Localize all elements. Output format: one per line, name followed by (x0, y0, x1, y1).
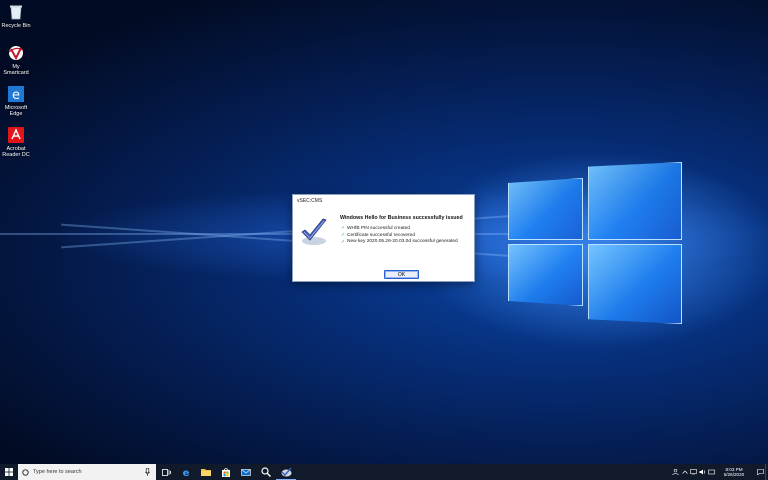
taskbar-search-tool[interactable] (256, 464, 276, 480)
task-view-button[interactable] (156, 464, 176, 480)
status-item-text: WHfB PIN successful created (347, 225, 410, 231)
store-icon (222, 468, 230, 477)
start-icon (5, 468, 13, 476)
task-view-icon (161, 468, 171, 476)
taskbar-file-explorer[interactable] (196, 464, 216, 480)
status-item: ✓ Certificate successful recovered (341, 232, 458, 239)
start-button[interactable] (0, 464, 18, 480)
dialog-heading: Windows Hello for Business successfully … (340, 215, 463, 221)
file-explorer-icon (201, 469, 211, 476)
large-checkmark-icon (299, 217, 329, 247)
desktop-icon-microsoft-edge[interactable]: e Microsoft Edge (2, 85, 30, 117)
edge-icon: e (7, 85, 25, 103)
mail-icon (241, 468, 251, 476)
desktop-icon-label: Acrobat Reader DC (2, 146, 30, 158)
edge-icon: e (183, 468, 190, 477)
windows-logo-art (500, 150, 690, 340)
taskbar: e 8:03 PM 5/26/2020 (0, 464, 768, 480)
taskbar-mail[interactable] (236, 464, 256, 480)
taskbar-clock[interactable]: 8:03 PM 5/26/2020 (716, 467, 752, 478)
taskbar-vsec-cms[interactable] (276, 464, 296, 480)
volume-icon[interactable] (698, 464, 707, 480)
vsec-cms-dialog: vSEC:CMS Windows Hello for Business succ… (292, 194, 475, 282)
desktop-icon-acrobat-reader[interactable]: Acrobat Reader DC (2, 126, 30, 158)
dialog-title: vSEC:CMS (297, 198, 323, 204)
search-icon (22, 468, 29, 476)
vsec-cms-icon (281, 467, 292, 476)
status-list: ✓ WHfB PIN successful created ✓ Certificat… (341, 225, 458, 245)
status-item-text: Certificate successful recovered (347, 232, 415, 238)
recycle-bin-icon (7, 3, 25, 21)
smartcard-icon (7, 44, 25, 62)
network-icon[interactable] (689, 464, 698, 480)
ok-button[interactable]: OK (384, 270, 419, 279)
status-item: ✓ New key 2020.05.26-20.03.0d successful … (341, 239, 458, 246)
taskbar-search[interactable] (18, 464, 156, 480)
desktop-icon-recycle-bin[interactable]: Recycle Bin (1, 3, 31, 29)
search-tool-icon (261, 467, 271, 477)
keyboard-icon[interactable] (707, 464, 716, 480)
desktop-icon-label: Recycle Bin (1, 23, 31, 29)
clock-date: 5/26/2020 (723, 472, 745, 477)
people-icon[interactable] (671, 464, 680, 480)
svg-text:e: e (12, 88, 20, 102)
status-item: ✓ WHfB PIN successful created (341, 225, 458, 232)
microphone-icon[interactable] (145, 468, 150, 476)
search-input[interactable] (33, 469, 143, 475)
taskbar-edge[interactable]: e (176, 464, 196, 480)
system-tray: 8:03 PM 5/26/2020 (671, 464, 768, 480)
acrobat-icon (7, 126, 25, 144)
desktop-icon-label: My Smartcard (3, 64, 29, 76)
desktop-icon-label: Microsoft Edge (4, 105, 28, 117)
svg-text:e: e (183, 468, 190, 477)
taskbar-store[interactable] (216, 464, 236, 480)
notification-center-icon[interactable] (756, 464, 765, 480)
desktop-icon-my-smartcard[interactable]: My Smartcard (2, 44, 30, 76)
status-item-text: New key 2020.05.26-20.03.0d successful g… (347, 239, 458, 245)
chevron-up-icon[interactable] (680, 464, 689, 480)
